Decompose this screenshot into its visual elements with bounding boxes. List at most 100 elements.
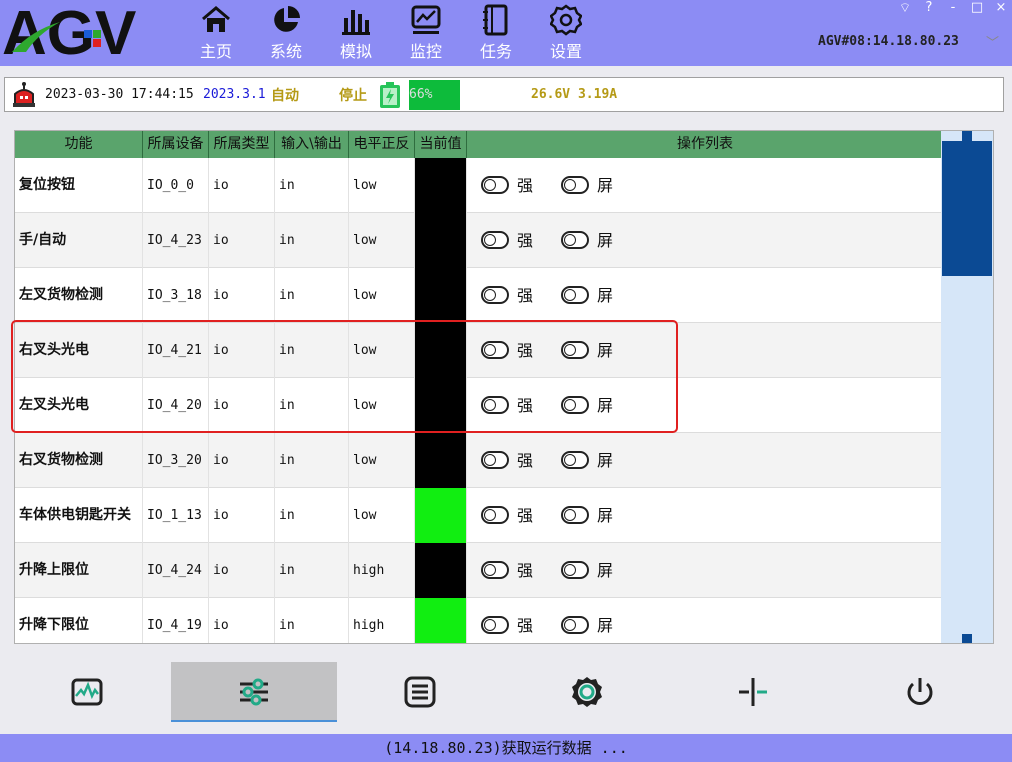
battery-charging-icon	[380, 82, 400, 108]
cell-function: 右叉头光电	[15, 323, 143, 378]
cell-io: in	[275, 323, 349, 378]
value-indicator	[415, 598, 466, 643]
nav-task[interactable]: 任务	[470, 0, 522, 66]
mask-toggle[interactable]	[561, 341, 589, 359]
cell-device: IO_4_20	[143, 378, 209, 433]
mask-toggle[interactable]	[561, 176, 589, 194]
mask-toggle[interactable]	[561, 616, 589, 634]
nav-simulate[interactable]: 模拟	[330, 0, 382, 66]
cell-type: io	[209, 213, 275, 268]
toggle-knob	[484, 454, 496, 466]
toggle-knob	[564, 454, 576, 466]
nav-system[interactable]: 系统	[260, 0, 312, 66]
cell-io: in	[275, 158, 349, 213]
maximize-button[interactable]: □	[968, 0, 986, 15]
value-indicator	[415, 433, 466, 488]
value-indicator	[415, 378, 466, 433]
table-row: 右叉头光电IO_4_21ioinlow强制屏蔽	[15, 323, 943, 415]
cell-value	[415, 213, 467, 268]
toggle-knob	[484, 619, 496, 631]
vertical-scrollbar[interactable]	[941, 131, 993, 643]
force-toggle[interactable]	[481, 231, 509, 249]
cell-level: low	[349, 433, 415, 488]
force-toggle[interactable]	[481, 396, 509, 414]
toggle-knob	[564, 179, 576, 191]
col-header-type: 所属类型	[209, 131, 275, 158]
mask-toggle[interactable]	[561, 396, 589, 414]
minimize-button[interactable]: -	[944, 0, 962, 15]
mask-toggle[interactable]	[561, 451, 589, 469]
cell-io: in	[275, 488, 349, 543]
top-header: AGV 主页 系统 模拟 监控 任务 设置 ⌔ ? - □ × AGV#08:1…	[0, 0, 1012, 66]
footer-status: (14.18.80.23)获取运行数据 ...	[0, 734, 1012, 762]
nav-monitor[interactable]: 监控	[400, 0, 452, 66]
nav-settings-label: 设置	[549, 42, 582, 61]
value-indicator	[415, 158, 466, 213]
nav-home[interactable]: 主页	[190, 0, 242, 66]
scroll-thumb[interactable]	[942, 141, 992, 276]
cell-function: 左叉货物检测	[15, 268, 143, 323]
mask-toggle[interactable]	[561, 231, 589, 249]
toggle-knob	[484, 399, 496, 411]
waveform-icon	[71, 678, 103, 706]
cell-io: in	[275, 213, 349, 268]
toggle-knob	[564, 399, 576, 411]
toolbar-log-button[interactable]	[337, 662, 503, 722]
cell-level: high	[349, 543, 415, 598]
table-row: 升降下限位IO_4_19ioinhigh 强制 屏蔽	[15, 598, 943, 643]
cell-type: io	[209, 268, 275, 323]
force-toggle[interactable]	[481, 506, 509, 524]
toolbar-settings-button[interactable]	[504, 662, 670, 722]
force-toggle[interactable]	[481, 561, 509, 579]
cell-device: IO_4_23	[143, 213, 209, 268]
cell-level: low	[349, 323, 415, 378]
mask-toggle[interactable]	[561, 506, 589, 524]
toggle-knob	[564, 509, 576, 521]
col-header-function: 功能	[15, 131, 143, 158]
cell-level: low	[349, 213, 415, 268]
cell-function: 复位按钮	[15, 158, 143, 213]
gear-icon	[550, 4, 582, 36]
cell-value	[415, 488, 467, 543]
cell-type: io	[209, 543, 275, 598]
cell-type: io	[209, 158, 275, 213]
scroll-down-arrow[interactable]	[962, 634, 972, 643]
nav-settings[interactable]: 设置	[540, 0, 592, 66]
cell-device: IO_3_20	[143, 433, 209, 488]
status-power: 26.6V 3.19A	[531, 87, 618, 102]
nav-task-label: 任务	[479, 42, 512, 61]
nav-monitor-label: 监控	[409, 42, 442, 61]
mask-toggle[interactable]	[561, 286, 589, 304]
toggle-knob	[564, 234, 576, 246]
value-indicator	[415, 213, 466, 268]
host-address: AGV#08:14.18.80.23	[818, 34, 959, 49]
sliders-icon	[240, 678, 268, 706]
toggle-knob	[564, 564, 576, 576]
cell-device: IO_4_24	[143, 543, 209, 598]
col-header-io: 输入\输出	[275, 131, 349, 158]
app-window: AGV 主页 系统 模拟 监控 任务 设置 ⌔ ? - □ × AGV#08:1…	[0, 0, 1012, 762]
toolbar-io-button[interactable]	[171, 662, 337, 722]
force-toggle[interactable]	[481, 341, 509, 359]
toolbar-power-button[interactable]	[837, 662, 1003, 722]
toolbar-position-button[interactable]	[670, 662, 836, 722]
toolbar-monitor-button[interactable]	[4, 662, 170, 722]
force-toggle[interactable]	[481, 286, 509, 304]
force-toggle[interactable]	[481, 616, 509, 634]
table-row: 车体供电钥匙开关IO_1_13ioinlow强制屏蔽	[15, 488, 943, 580]
bar-chart-icon	[342, 10, 370, 35]
scroll-up-arrow[interactable]	[962, 131, 972, 141]
value-indicator	[415, 488, 466, 543]
chevron-down-icon[interactable]: ﹀	[986, 32, 999, 51]
close-button[interactable]: ×	[992, 0, 1010, 15]
toggle-knob	[484, 289, 496, 301]
cell-value	[415, 268, 467, 323]
battery-percent: 66%	[409, 87, 433, 102]
mask-toggle[interactable]	[561, 561, 589, 579]
force-toggle[interactable]	[481, 176, 509, 194]
cell-type: io	[209, 378, 275, 433]
cell-device: IO_4_19	[143, 598, 209, 643]
force-toggle[interactable]	[481, 451, 509, 469]
help-button[interactable]: ?	[920, 0, 938, 15]
toggle-knob	[484, 179, 496, 191]
